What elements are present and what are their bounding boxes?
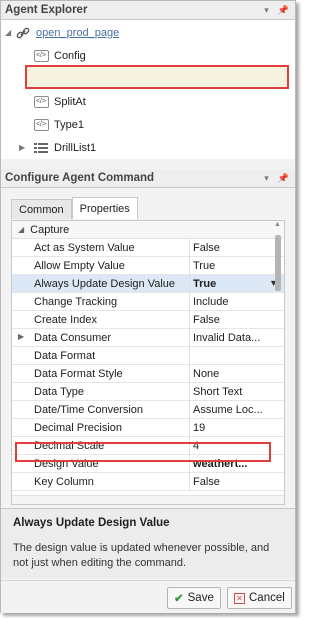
category-label: Capture (30, 223, 70, 236)
description-title: Always Update Design Value (13, 517, 170, 529)
tree-root-node[interactable]: ◢ open_prod_page (1, 21, 295, 44)
property-value[interactable]: Invalid Data... (190, 329, 270, 346)
property-name: Decimal Scale (12, 437, 190, 454)
property-row[interactable]: Allow Empty Value True (12, 257, 284, 275)
tree-node-drilllist1[interactable]: ▶ DrillList1 (1, 136, 295, 159)
description-text: The design value is updated whenever pos… (13, 542, 270, 569)
app-window: Agent Explorer ▾ 📌 ◢ open_prod_page </> … (0, 0, 296, 613)
property-name: Key Column (12, 473, 190, 490)
link-icon (15, 26, 31, 40)
property-name: Create Index (12, 311, 190, 328)
property-name: Decimal Precision (12, 419, 190, 436)
property-value[interactable]: False (190, 473, 270, 490)
property-row[interactable]: Act as System Value False (12, 239, 284, 257)
cancel-button[interactable]: ✕ Cancel (227, 587, 292, 609)
property-row[interactable]: Date/Time Conversion Assume Loc... (12, 401, 284, 419)
property-description: Always Update Design Value The design va… (1, 508, 295, 578)
tab-common[interactable]: Common (11, 199, 72, 219)
property-value[interactable] (190, 347, 270, 364)
dropdown-icon[interactable]: ▾ (264, 173, 269, 184)
list-icon (33, 141, 49, 155)
property-grid: ◢ Capture Act as System Value False Allow … (11, 220, 285, 505)
property-value[interactable]: False (190, 239, 270, 256)
property-name: Allow Empty Value (12, 257, 190, 274)
property-name: Always Update Design Value (12, 275, 190, 292)
tree-node-label: Type1 (54, 118, 84, 131)
property-name: Data Type (12, 383, 190, 400)
property-value[interactable]: 19 (190, 419, 270, 436)
property-name: Change Tracking (12, 293, 190, 310)
checkmark-icon: ✔ (174, 593, 184, 605)
property-row[interactable]: Data Type Short Text (12, 383, 284, 401)
vertical-scrollbar[interactable]: ▲ (273, 221, 283, 481)
horizontal-scrollbar[interactable] (12, 495, 284, 504)
property-value[interactable]: weathert... (190, 455, 270, 472)
cancel-label: Cancel (249, 592, 285, 604)
property-row[interactable]: Create Index False (12, 311, 284, 329)
tab-properties[interactable]: Properties (71, 197, 138, 219)
property-row[interactable]: Data Format Style None (12, 365, 284, 383)
configure-title: Configure Agent Command (5, 172, 155, 184)
code-icon: </> (33, 49, 49, 63)
property-value[interactable]: None (190, 365, 270, 382)
tree-node-splitat[interactable]: </> SplitAt (1, 90, 295, 113)
tree-node-label: Config (54, 49, 86, 62)
agent-explorer-title: Agent Explorer (5, 4, 88, 16)
cancel-x-icon: ✕ (234, 592, 245, 604)
property-row[interactable]: Decimal Scale 4 (12, 437, 284, 455)
agent-tree: ◢ open_prod_page </> Config </> prod_slu… (1, 21, 295, 159)
configure-header: Configure Agent Command ▾ 📌 (1, 169, 295, 188)
tree-node-type1[interactable]: </> Type1 (1, 113, 295, 136)
property-row[interactable]: Change Tracking Include (12, 293, 284, 311)
expand-icon[interactable]: ▶ (19, 143, 25, 152)
property-name: Act as System Value (12, 239, 190, 256)
tree-root-label[interactable]: open_prod_page (36, 27, 119, 39)
collapse-icon[interactable]: ◢ (18, 225, 24, 234)
property-name: Data Format (12, 347, 190, 364)
property-value[interactable]: Short Text (190, 383, 270, 400)
agent-explorer-panel: Agent Explorer ▾ 📌 ◢ open_prod_page </> … (1, 1, 295, 159)
dropdown-icon[interactable]: ▾ (264, 5, 269, 16)
property-row[interactable]: Key Column False (12, 473, 284, 491)
property-name: Data Format Style (12, 365, 190, 382)
property-value[interactable]: Assume Loc... (190, 401, 270, 418)
property-value[interactable]: 4 (190, 437, 270, 454)
property-name: Data Consumer (12, 329, 190, 346)
property-name: Design Value (12, 455, 190, 472)
expand-icon[interactable]: ▶ (18, 332, 24, 341)
code-icon: </> (33, 95, 49, 109)
selected-node-highlight (25, 65, 289, 89)
code-icon: </> (33, 118, 49, 132)
property-row[interactable]: Design Value weathert... (12, 455, 284, 473)
property-row[interactable]: Data Format (12, 347, 284, 365)
collapse-icon[interactable]: ◢ (5, 28, 11, 37)
property-row[interactable]: ▶ Data Consumer Invalid Data... (12, 329, 284, 347)
tree-node-config[interactable]: </> Config (1, 44, 295, 67)
save-label: Save (187, 592, 214, 604)
save-button[interactable]: ✔ Save (167, 587, 221, 609)
agent-explorer-header: Agent Explorer ▾ 📌 (1, 1, 295, 20)
property-value[interactable]: True (190, 257, 270, 274)
pin-icon[interactable]: 📌 (278, 5, 289, 16)
property-row[interactable]: Decimal Precision 19 (12, 419, 284, 437)
scroll-up-icon[interactable]: ▲ (274, 221, 281, 228)
tree-node-label: DrillList1 (54, 141, 97, 154)
property-value[interactable]: False (190, 311, 270, 328)
property-row[interactable]: Always Update Design Value True ▼ (12, 275, 284, 293)
property-name: Date/Time Conversion (12, 401, 190, 418)
tab-strip: Common Properties (11, 197, 138, 219)
configure-command-panel: Configure Agent Command ▾ 📌 Common Prope… (1, 169, 295, 613)
property-value[interactable]: Include (190, 293, 270, 310)
scroll-thumb[interactable] (275, 235, 281, 291)
property-value[interactable]: True (190, 275, 270, 292)
tree-node-label: SplitAt (54, 95, 86, 108)
category-capture[interactable]: ◢ Capture (12, 221, 284, 239)
dialog-footer: ✔ Save ✕ Cancel (1, 580, 295, 612)
pin-icon[interactable]: 📌 (278, 173, 289, 184)
